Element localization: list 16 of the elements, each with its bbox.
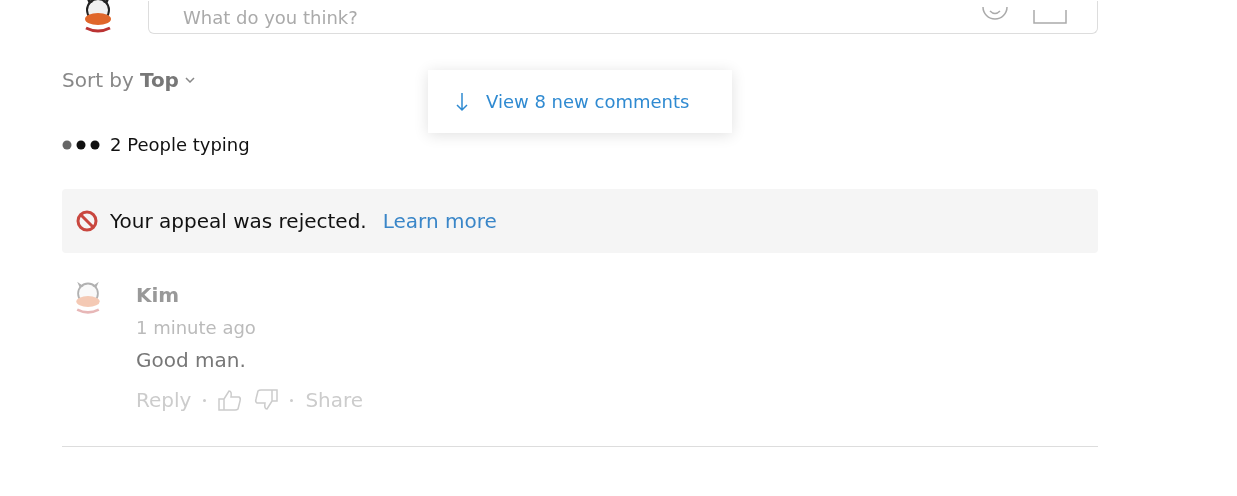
chevron-icon <box>184 77 195 83</box>
down-arrow-icon <box>456 91 468 112</box>
comment-author[interactable]: Kim <box>136 283 364 307</box>
comment-box[interactable]: What do you think? <box>148 1 1098 34</box>
thumbs-up-icon[interactable] <box>218 389 243 411</box>
notice-message: Your appeal was rejected. <box>110 209 367 233</box>
learn-more-link[interactable]: Learn more <box>382 209 497 233</box>
typing-dots-icon <box>62 139 102 150</box>
sort-dropdown[interactable]: Sort by Top <box>62 68 195 92</box>
comment-field[interactable]: What do you think? <box>181 5 957 29</box>
comment-text: Good man. <box>136 348 247 372</box>
blocked-icon <box>76 210 98 232</box>
comment-time: 1 minute ago <box>136 317 257 338</box>
new-comments-button[interactable]: View 8 new comments <box>428 70 732 133</box>
typing-status: 2 People typing <box>110 134 250 155</box>
thumbs-down-icon[interactable] <box>254 389 279 411</box>
